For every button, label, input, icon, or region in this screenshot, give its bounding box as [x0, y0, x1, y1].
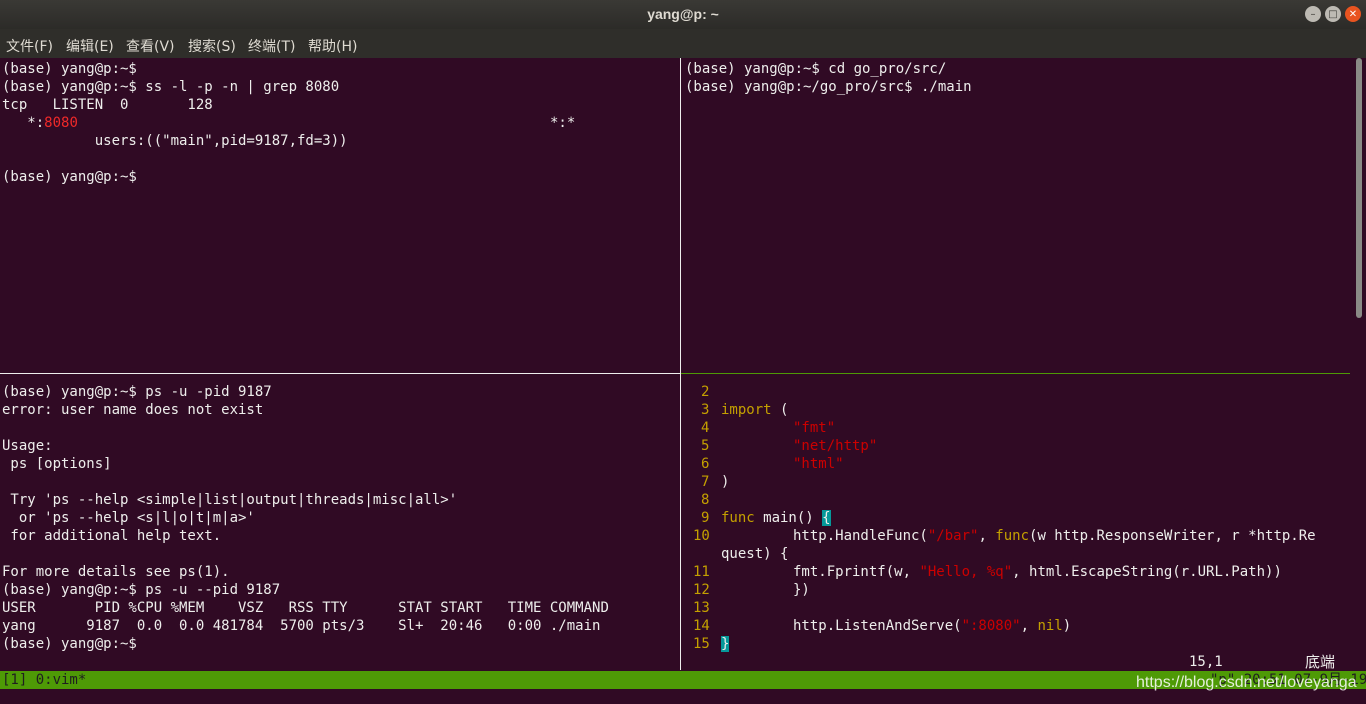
terminal-line: (base) yang@p:~$ cd go_pro/src/	[685, 61, 947, 77]
code-text: ,	[978, 528, 996, 544]
pane-top-left[interactable]: (base) yang@p:~$ (base) yang@p:~$ ss -l …	[0, 58, 680, 373]
code-line-wrap: quest) {	[721, 546, 789, 562]
code-line: import (	[721, 401, 788, 419]
terminal-line: (base) yang@p:~$ ps -u -pid 9187	[2, 384, 272, 400]
terminal-line: error: user name does not exist	[2, 402, 264, 418]
keyword: import	[721, 402, 772, 418]
line-number: 7	[701, 474, 710, 490]
terminal-line: (base) yang@p:~$	[2, 636, 137, 652]
line-number: 5	[701, 438, 710, 454]
terminal-line: ps [options]	[2, 456, 112, 472]
pane-vim-editor[interactable]: 2 3 4 5 6 7 8 9 10 11 12 13 14 15 import…	[681, 375, 1366, 671]
string-literal: "/bar"	[927, 528, 979, 544]
keyword: func	[995, 528, 1030, 544]
terminal-line: (base) yang@p:~$	[2, 169, 137, 185]
code-text: http.ListenAndServe(	[793, 618, 962, 634]
code-text: http.HandleFunc(	[793, 528, 928, 544]
string-literal: "Hello, %q"	[919, 564, 1013, 580]
code-text: main()	[754, 510, 823, 526]
watermark: https://blog.csdn.net/loveyanga	[1136, 674, 1357, 691]
line-number: 10	[693, 528, 710, 544]
code-line: func main() {	[721, 509, 831, 527]
line-number: 15	[693, 636, 710, 652]
terminal-line: users:(("main",pid=9187,fd=3))	[2, 133, 348, 149]
terminal-line: For more details see ps(1).	[2, 564, 230, 580]
scrollbar[interactable]	[1356, 58, 1362, 318]
pane-divider-horizontal	[0, 373, 680, 374]
string-literal: "html"	[793, 456, 844, 472]
terminal-line-prefix: *:	[2, 115, 45, 131]
code-text: (w http.ResponseWriter, r *http.Re	[1029, 528, 1316, 544]
close-icon[interactable]: ✕	[1345, 6, 1361, 22]
matched-brace: {	[822, 510, 831, 526]
string-literal: ":8080"	[961, 618, 1021, 634]
menu-file[interactable]: 文件(F)	[6, 36, 53, 56]
code-text: (	[771, 402, 789, 418]
code-line: http.HandleFunc("/bar", func(w http.Resp…	[793, 527, 1316, 545]
line-number: 2	[701, 384, 710, 400]
terminal-line: tcp LISTEN 0 128	[2, 97, 213, 113]
terminal-line: Try 'ps --help <simple|list|output|threa…	[2, 492, 458, 508]
code-text: )	[1062, 618, 1072, 634]
line-number: 14	[693, 618, 710, 634]
window-title: yang@p: ~	[647, 6, 719, 22]
keyword: func	[721, 510, 755, 526]
terminal-line: for additional help text.	[2, 528, 222, 544]
pane-bottom-left[interactable]: (base) yang@p:~$ ps -u -pid 9187 error: …	[0, 375, 680, 671]
tmux-window-list[interactable]: [1] 0:vim*	[2, 671, 86, 689]
terminal-line: Usage:	[2, 438, 53, 454]
menu-search[interactable]: 搜索(S)	[188, 36, 236, 56]
code-line: fmt.Fprintf(w, "Hello, %q", html.EscapeS…	[793, 563, 1282, 581]
terminal-line: (base) yang@p:~/go_pro/src$ ./main	[685, 79, 972, 95]
terminal-line: USER PID %CPU %MEM VSZ RSS TTY STAT STAR…	[2, 600, 609, 616]
peer-address: *:*	[550, 115, 576, 131]
line-number: 3	[701, 402, 710, 418]
terminal-line: yang 9187 0.0 0.0 481784 5700 pts/3 Sl+ …	[2, 618, 601, 634]
terminal-line: (base) yang@p:~$ ss -l -p -n | grep 8080	[2, 79, 340, 95]
string-literal: "net/http"	[793, 438, 878, 454]
menu-help[interactable]: 帮助(H)	[308, 36, 357, 56]
code-line: )	[721, 474, 730, 490]
maximize-icon[interactable]: □	[1325, 6, 1341, 22]
code-line: }	[721, 635, 730, 653]
code-line: })	[793, 582, 810, 598]
terminal-line: *:8080	[2, 114, 78, 132]
line-number: 13	[693, 600, 710, 616]
vim-ruler-position: 15,1	[1189, 654, 1223, 670]
menu-view[interactable]: 查看(V)	[126, 36, 175, 56]
keyword: nil	[1037, 618, 1063, 634]
line-number: 8	[701, 492, 710, 508]
menu-bar: 文件(F) 编辑(E) 查看(V) 搜索(S) 终端(T) 帮助(H)	[0, 29, 1366, 58]
code-line: http.ListenAndServe(":8080", nil)	[793, 617, 1071, 635]
terminal-line: (base) yang@p:~$ ps -u --pid 9187	[2, 582, 281, 598]
menu-edit[interactable]: 编辑(E)	[66, 36, 114, 56]
pane-divider-horizontal-active	[681, 373, 1350, 374]
string-literal: "fmt"	[793, 420, 836, 436]
line-number: 9	[701, 510, 710, 526]
port-highlight: 8080	[44, 115, 78, 131]
minimize-icon[interactable]: –	[1305, 6, 1321, 22]
line-number: 4	[701, 420, 710, 436]
window-titlebar: yang@p: ~ – □ ✕	[0, 0, 1366, 29]
menu-terminal[interactable]: 终端(T)	[248, 36, 295, 56]
line-number: 12	[693, 582, 710, 598]
line-number: 11	[693, 564, 710, 580]
code-text: ,	[1020, 618, 1038, 634]
terminal-line: or 'ps --help <s|l|o|t|m|a>'	[2, 510, 255, 526]
code-text: , html.EscapeString(r.URL.Path))	[1012, 564, 1282, 580]
text-cursor: }	[721, 636, 730, 652]
pane-top-right[interactable]: (base) yang@p:~$ cd go_pro/src/ (base) y…	[681, 58, 1366, 373]
code-text: fmt.Fprintf(w,	[793, 564, 920, 580]
terminal-line: (base) yang@p:~$	[2, 61, 137, 77]
vim-ruler-where: 底端	[1305, 653, 1336, 671]
line-number: 6	[701, 456, 710, 472]
